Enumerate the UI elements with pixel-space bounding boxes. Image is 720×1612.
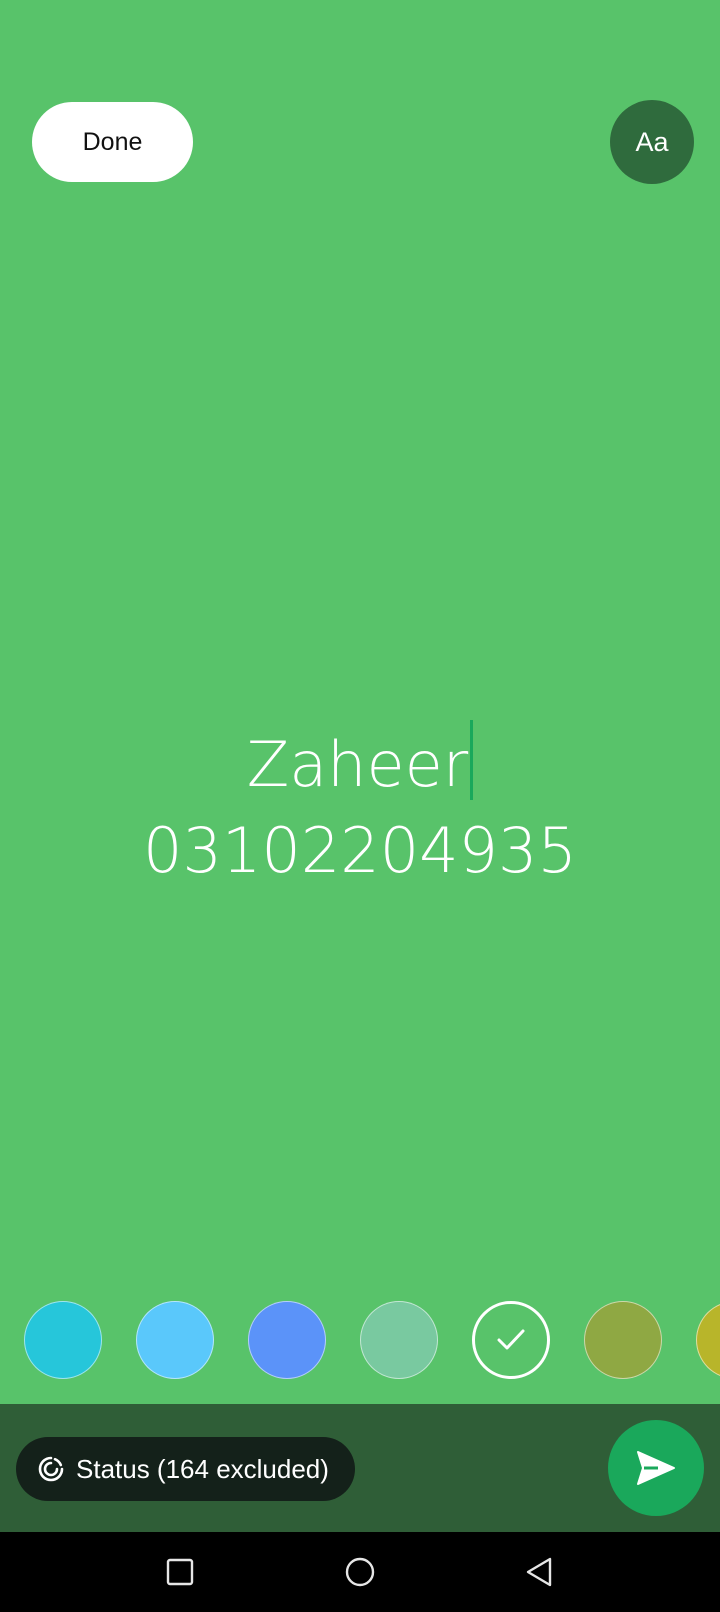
send-button[interactable] [608, 1420, 704, 1516]
status-canvas[interactable]: Done Aa Zaheer 03102204935 [0, 0, 720, 1404]
send-icon [637, 1451, 675, 1485]
color-swatch-selected[interactable] [472, 1301, 550, 1379]
recent-apps-button[interactable] [160, 1552, 200, 1592]
color-swatch[interactable] [136, 1301, 214, 1379]
triangle-back-icon [526, 1557, 552, 1587]
color-swatch[interactable] [696, 1301, 720, 1379]
status-text-line: Zaheer [0, 720, 720, 808]
back-button[interactable] [519, 1552, 559, 1592]
check-icon [497, 1329, 525, 1350]
font-style-label: Aa [635, 126, 669, 157]
home-button[interactable] [340, 1552, 380, 1592]
status-text-input[interactable]: Zaheer 03102204935 [0, 720, 720, 894]
system-navigation-bar [0, 1532, 720, 1612]
color-swatch[interactable] [360, 1301, 438, 1379]
text-caret [470, 720, 474, 800]
color-swatch[interactable] [248, 1301, 326, 1379]
background-color-picker[interactable] [0, 1301, 720, 1381]
square-icon [166, 1558, 194, 1586]
status-audience-chip[interactable]: Status (164 excluded) [16, 1437, 355, 1501]
font-style-button[interactable]: Aa [610, 100, 694, 184]
done-button[interactable]: Done [32, 102, 193, 182]
bottom-bar: Status (164 excluded) [0, 1404, 720, 1532]
color-swatch[interactable] [584, 1301, 662, 1379]
color-swatch[interactable] [24, 1301, 102, 1379]
status-ring-icon [38, 1456, 64, 1482]
status-text-line: 03102204935 [143, 814, 577, 887]
status-audience-label: Status (164 excluded) [76, 1453, 329, 1484]
circle-icon [345, 1557, 375, 1587]
